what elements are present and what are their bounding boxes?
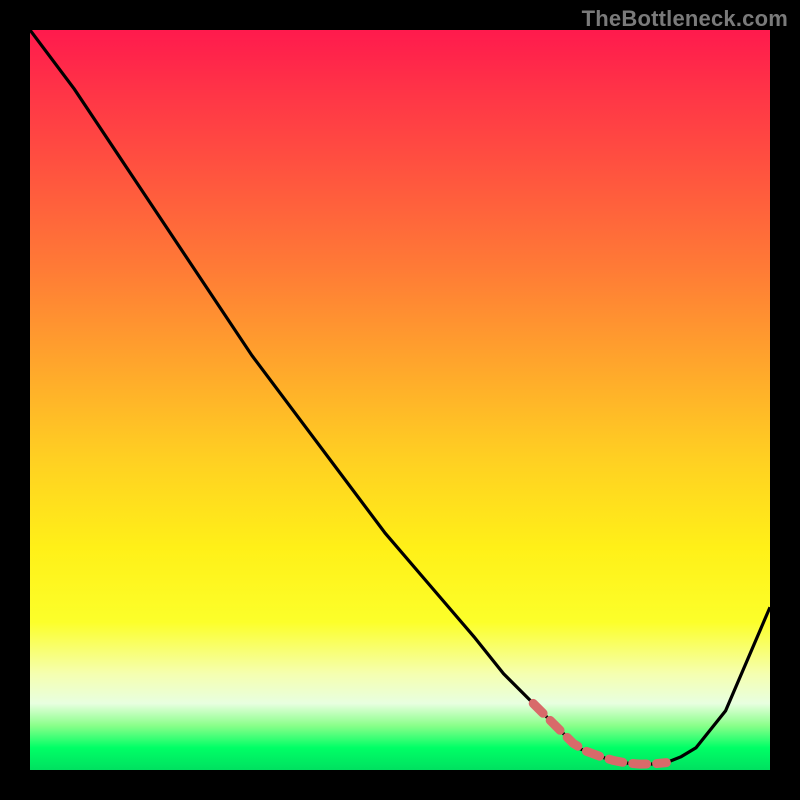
plot-area — [30, 30, 770, 770]
chart-container: TheBottleneck.com — [0, 0, 800, 800]
curve-layer — [30, 30, 770, 770]
bottleneck-curve — [30, 30, 770, 764]
watermark-text: TheBottleneck.com — [582, 6, 788, 32]
flat-zone-marker — [533, 703, 666, 764]
